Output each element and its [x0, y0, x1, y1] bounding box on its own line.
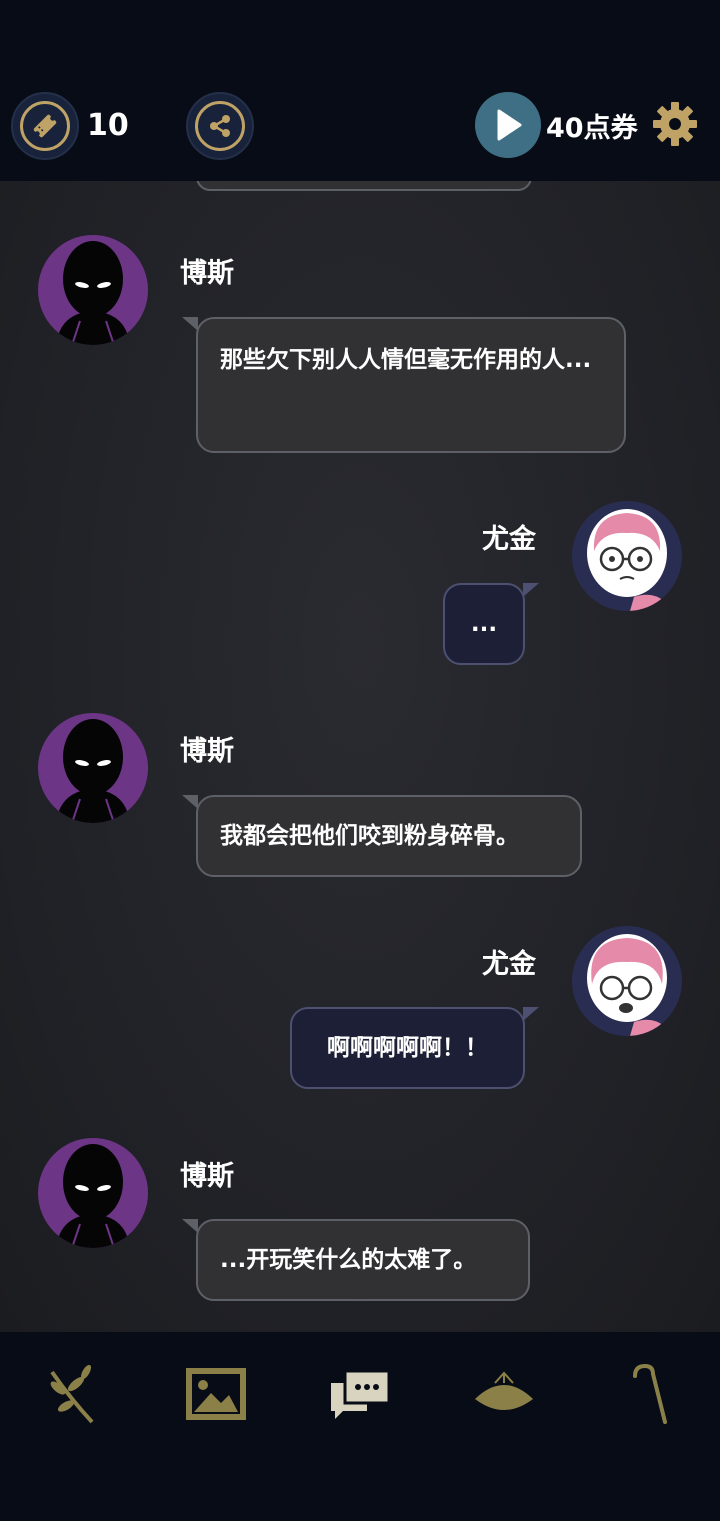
ticket-count: 10: [87, 108, 129, 143]
play-video-button[interactable]: [475, 92, 541, 158]
boss-silhouette-icon: [56, 241, 130, 345]
share-button[interactable]: [186, 92, 254, 160]
speaker-name: 博斯: [180, 1161, 234, 1192]
previous-bubble-edge: [196, 181, 532, 191]
eugene-character-icon: [587, 934, 667, 1036]
message-bubble: 啊啊啊啊啊！！: [290, 1007, 539, 1089]
nav-cane-button[interactable]: [616, 1362, 680, 1426]
points-label: 40点券: [546, 113, 638, 144]
speaker-name: 尤金: [482, 524, 536, 555]
nav-chat-button[interactable]: [328, 1362, 392, 1426]
boss-avatar[interactable]: [38, 713, 148, 823]
gallery-icon: [186, 1368, 246, 1420]
message-bubble: ...: [443, 583, 539, 665]
nav-branch-button[interactable]: [40, 1362, 104, 1426]
bottom-nav: [0, 1332, 720, 1521]
cane-icon: [633, 1363, 667, 1424]
nav-gallery-button[interactable]: [184, 1362, 248, 1426]
eugene-avatar[interactable]: [572, 926, 682, 1036]
eugene-character-icon: [587, 509, 667, 611]
eugene-avatar[interactable]: [572, 501, 682, 611]
hat-icon: [475, 1371, 533, 1410]
chat-area[interactable]: 博斯 那些欠下别人人情但毫无作用的人... 尤金 ... 博斯 我都会把他们咬到…: [0, 181, 720, 1332]
nav-hat-button[interactable]: [472, 1362, 536, 1426]
boss-silhouette-icon: [56, 719, 130, 823]
message-bubble: 我都会把他们咬到粉身碎骨。: [182, 795, 582, 877]
boss-avatar[interactable]: [38, 235, 148, 345]
top-bar: 10 40点券: [0, 0, 720, 181]
speaker-name: 博斯: [180, 736, 234, 767]
play-icon: [497, 109, 522, 141]
boss-avatar[interactable]: [38, 1138, 148, 1248]
settings-gear-icon[interactable]: [652, 101, 698, 147]
message-bubble: 那些欠下别人人情但毫无作用的人...: [182, 317, 626, 453]
boss-silhouette-icon: [56, 1144, 130, 1248]
ticket-button[interactable]: [11, 92, 79, 160]
message-bubble: ...开玩笑什么的太难了。: [182, 1219, 530, 1301]
chat-icon: [331, 1369, 391, 1419]
speaker-name: 博斯: [180, 258, 234, 289]
ticket-icon: [33, 114, 57, 138]
branch-icon: [50, 1364, 94, 1424]
speaker-name: 尤金: [482, 949, 536, 980]
share-icon: [210, 115, 230, 137]
